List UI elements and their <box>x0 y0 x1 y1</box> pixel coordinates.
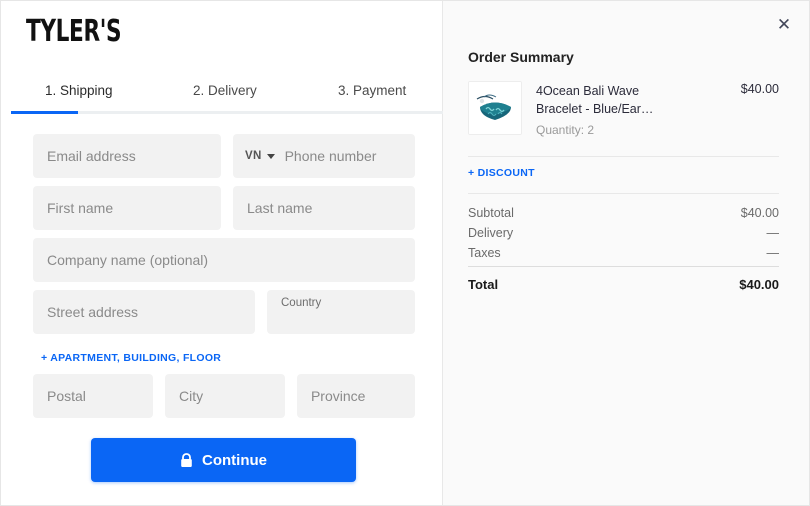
order-summary-panel: ✕ Order Summary <box>443 1 809 505</box>
continue-button-label: Continue <box>202 452 267 469</box>
grand-total-value: $40.00 <box>739 277 779 292</box>
divider <box>468 266 779 267</box>
product-thumbnail <box>468 81 522 135</box>
tab-delivery[interactable]: 2. Delivery <box>193 83 257 98</box>
last-name-field[interactable]: Last name <box>233 186 415 230</box>
close-icon[interactable]: ✕ <box>773 13 795 35</box>
order-totals: Subtotal $40.00 Delivery — Taxes — <box>468 203 779 263</box>
bracelet-image <box>469 82 521 134</box>
order-line-items: 4Ocean Bali Wave Bracelet - Blue/Ear… Qu… <box>468 81 779 137</box>
form-row-name: First name Last name <box>33 186 415 230</box>
email-field[interactable]: Email address <box>33 134 221 178</box>
tab-shipping[interactable]: 1. Shipping <box>45 83 113 98</box>
chevron-down-icon[interactable] <box>267 154 275 159</box>
divider <box>468 156 779 157</box>
subtotal-row: Subtotal $40.00 <box>468 203 779 223</box>
grand-total-row: Total $40.00 <box>468 277 779 292</box>
order-summary-title: Order Summary <box>468 49 574 65</box>
company-name-field[interactable]: Company name (optional) <box>33 238 415 282</box>
add-apartment-link[interactable]: + APARTMENT, BUILDING, FLOOR <box>41 352 221 364</box>
lock-icon <box>180 453 193 468</box>
phone-country-prefix[interactable]: VN <box>245 150 262 162</box>
form-row-address: Street address Country <box>33 290 415 334</box>
country-field[interactable]: Country <box>267 290 415 334</box>
checkout-form-panel: TYLER'S 1. Shipping 2. Delivery 3. Payme… <box>1 1 443 505</box>
tab-payment[interactable]: 3. Payment <box>338 83 406 98</box>
list-item: 4Ocean Bali Wave Bracelet - Blue/Ear… Qu… <box>468 81 779 137</box>
street-address-field[interactable]: Street address <box>33 290 255 334</box>
subtotal-value: $40.00 <box>741 206 779 220</box>
product-quantity: Quantity: 2 <box>536 123 727 137</box>
form-row-locality: Postal City Province <box>33 374 415 418</box>
delivery-row: Delivery — <box>468 223 779 243</box>
grand-total-label: Total <box>468 277 498 292</box>
province-field[interactable]: Province <box>297 374 415 418</box>
subtotal-label: Subtotal <box>468 206 514 220</box>
product-name: 4Ocean Bali Wave Bracelet - Blue/Ear… <box>536 82 686 118</box>
first-name-field[interactable]: First name <box>33 186 221 230</box>
postal-code-field[interactable]: Postal <box>33 374 153 418</box>
checkout-steps-nav: 1. Shipping 2. Delivery 3. Payment <box>1 83 443 111</box>
delivery-value: — <box>767 226 780 240</box>
form-row-company: Company name (optional) <box>33 238 415 282</box>
country-field-label: Country <box>281 297 321 309</box>
divider <box>468 193 779 194</box>
add-discount-link[interactable]: + DISCOUNT <box>468 167 535 179</box>
phone-input-placeholder[interactable]: Phone number <box>285 148 377 164</box>
taxes-row: Taxes — <box>468 243 779 263</box>
shipping-form: Email address VN Phone number First name… <box>33 134 415 426</box>
product-info: 4Ocean Bali Wave Bracelet - Blue/Ear… Qu… <box>536 81 727 137</box>
delivery-label: Delivery <box>468 226 513 240</box>
brand-logo: TYLER'S <box>26 17 121 47</box>
continue-button[interactable]: Continue <box>91 438 356 482</box>
checkout-window: TYLER'S 1. Shipping 2. Delivery 3. Payme… <box>0 0 810 506</box>
steps-progress-indicator <box>11 111 78 114</box>
form-row-contact: Email address VN Phone number <box>33 134 415 178</box>
phone-field[interactable]: VN Phone number <box>233 134 415 178</box>
taxes-value: — <box>767 246 780 260</box>
product-price: $40.00 <box>741 81 779 96</box>
city-field[interactable]: City <box>165 374 285 418</box>
taxes-label: Taxes <box>468 246 501 260</box>
